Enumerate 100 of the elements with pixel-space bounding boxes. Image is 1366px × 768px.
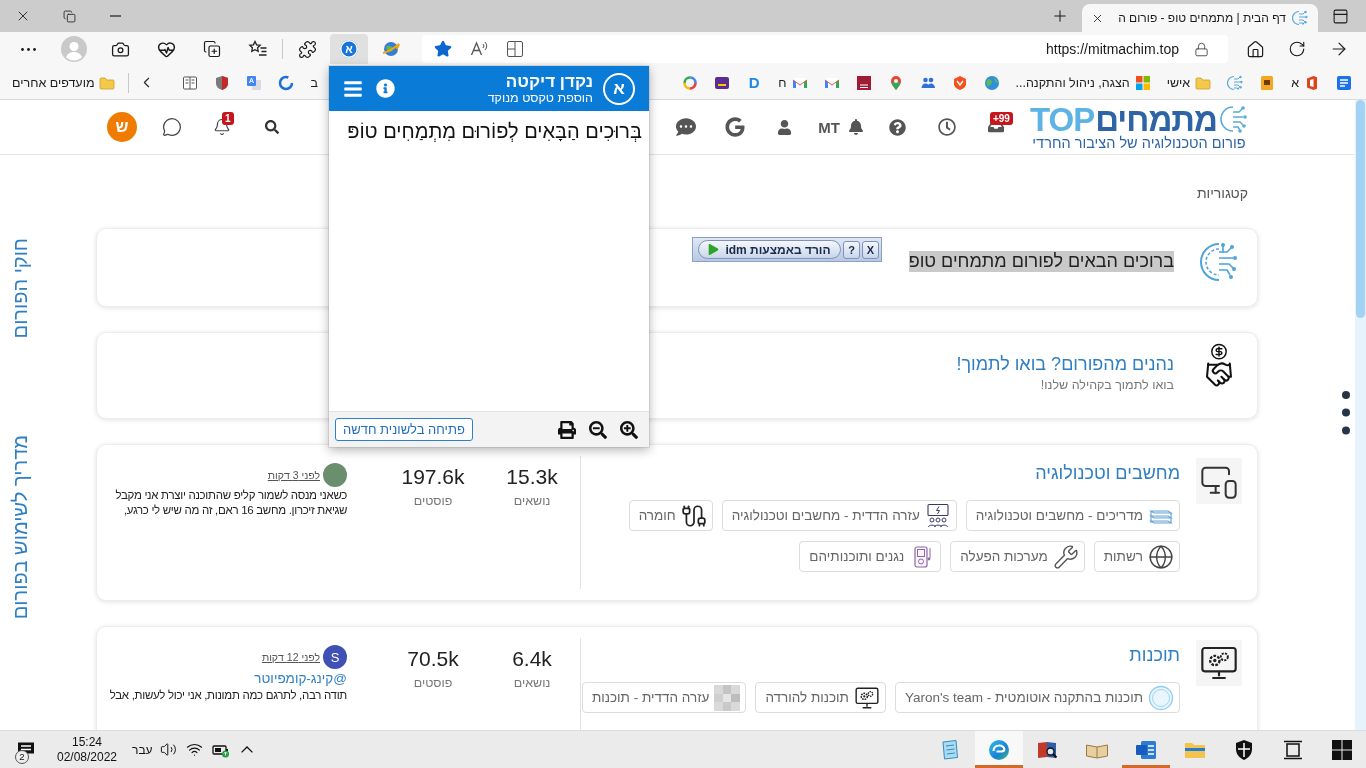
book-icon (182, 74, 199, 91)
subcategory-chip[interactable]: רשתות (1093, 541, 1180, 572)
zoom-in-button[interactable] (619, 418, 639, 441)
bookmark[interactable]: ח (770, 68, 816, 97)
browser-tab[interactable]: דף הבית | מתמחים טופ - פורום ה (1082, 4, 1318, 32)
home-icon (1245, 39, 1265, 59)
shield-logo-icon (951, 74, 968, 91)
download-button[interactable]: הורד באמצעות idm (698, 240, 841, 259)
notifications-button[interactable]: 2 (14, 731, 38, 768)
office-logo-icon (1304, 74, 1320, 91)
close-button[interactable]: X (862, 240, 879, 259)
globe-icon (983, 74, 1000, 91)
popup-title: נקדן דיקטה (505, 71, 593, 91)
stat-value: 70.5k (407, 647, 459, 671)
start-icon (1330, 737, 1354, 762)
pixelated-thumbnail-icon (714, 684, 741, 711)
refresh-icon (1288, 40, 1306, 58)
stat-label: פוסטים (413, 676, 453, 691)
stat-label: פוסטים (413, 494, 453, 509)
wifi-icon (186, 741, 204, 758)
address-bar[interactable]: https://mitmachim.top (422, 35, 1228, 63)
bookmark[interactable]: ב (302, 68, 326, 97)
play-icon (708, 244, 720, 255)
translate-icon (246, 74, 263, 91)
language-button[interactable]: עבר (130, 731, 155, 768)
notes-icon (1336, 74, 1352, 91)
inbox-button[interactable]: +99 (980, 112, 1011, 142)
zoom-out-button[interactable] (588, 418, 608, 441)
bookmarks-folder[interactable]: מועדפים אחרים (4, 68, 124, 97)
lock-icon (1194, 41, 1209, 57)
ring-icon (682, 74, 699, 91)
subcategory-chip[interactable]: תוכנות להורדה (755, 682, 886, 713)
subcategory-chip[interactable]: תוכנות בהתקנה אוטומטית - Yaron's team (894, 682, 1180, 713)
avatar-letter: S (323, 645, 347, 669)
notification-badge: 1 (222, 112, 234, 125)
shield-icon (214, 74, 231, 91)
avatar-silhouette-icon (61, 36, 87, 62)
stat-value: 6.4k (512, 647, 552, 671)
mention-link[interactable]: @קינג-קומפיוטר (254, 671, 347, 687)
post-time-link[interactable]: לפני 12 דקות (261, 651, 320, 663)
scrollbar-thumb[interactable] (1356, 100, 1365, 318)
category-title[interactable]: נהנים מהפורום? בואו לתמוך! (956, 354, 1174, 375)
zoom-out-icon (589, 420, 607, 439)
bell-button[interactable]: 1 (207, 112, 237, 142)
clock-button[interactable]: 15:24 02/08/2022 (56, 731, 118, 768)
cable-icon (680, 502, 707, 529)
bell-button[interactable]: MT (818, 112, 864, 142)
category-title[interactable]: ברוכים הבאים לפורום מתמחים טופ (908, 251, 1174, 272)
subcategory-chip[interactable]: חומרה (628, 500, 713, 531)
print-button[interactable] (557, 418, 577, 441)
circuit-logo-icon (1292, 10, 1308, 26)
letter-logo: D (747, 74, 761, 91)
more-options-button[interactable] (1341, 391, 1351, 437)
document-tile-icon (1259, 74, 1276, 91)
heart-pulse-icon (156, 39, 176, 59)
vocalized-text: בְּרוּכִים הַבָּאִים לְפוֹרוּם מִתְמַחִים טוֹפּ (346, 119, 642, 144)
globe-icon (1148, 543, 1174, 570)
post-time-link[interactable]: לפני 3 דקות (267, 469, 320, 481)
popup-subtitle: הוספת טקסט מנוקד (487, 90, 593, 106)
open-in-new-tab-button[interactable]: פתיחה בלשונית חדשה (335, 418, 473, 441)
subcategory-chip[interactable]: מדריכים - מחשבים וטכנולוגיה (965, 500, 1180, 531)
help-button[interactable]: ? (843, 240, 860, 259)
window-panel-icon (1331, 7, 1349, 25)
bookmark[interactable]: אישי (1158, 68, 1220, 97)
vertical-dots-icon (1341, 391, 1351, 437)
stat-value: 15.3k (506, 465, 558, 489)
extension-button[interactable]: א (330, 34, 368, 64)
subcategory-chip[interactable]: נגנים ותוכנותיהם (799, 541, 942, 572)
more-icon (20, 47, 36, 51)
search-icon (265, 120, 279, 134)
avatar-photo (323, 463, 347, 487)
bookmark[interactable]: הצגה, ניהול והתקנה... (1007, 68, 1159, 97)
bookmark[interactable]: א (1283, 68, 1328, 97)
g-logo-icon (725, 117, 746, 137)
side-link[interactable]: חוקי הפורום (8, 238, 32, 339)
category-title[interactable]: תוכנות (1129, 644, 1180, 666)
category-title[interactable]: מחשבים וטכנולוגיה (1035, 462, 1180, 484)
section-title: קטגוריות (1195, 185, 1249, 202)
circle-badge-icon (1148, 684, 1174, 711)
side-link[interactable]: מדריך לשימוש בפורום (8, 435, 32, 620)
ring-icon (278, 74, 295, 91)
info-icon (375, 79, 395, 98)
folder-icon (1195, 74, 1212, 91)
user-icon (776, 119, 792, 135)
swirl-icon (987, 737, 1011, 762)
chevron-up-icon (240, 746, 253, 753)
star-list-icon (248, 39, 268, 59)
subcategory-chip[interactable]: עזרה הדדית - תוכנות (581, 682, 747, 713)
app-logo: א (603, 72, 635, 105)
info-button[interactable] (374, 77, 396, 100)
print-icon (558, 420, 576, 439)
tile-icon (855, 74, 872, 91)
bell-icon (847, 119, 864, 135)
bookmark[interactable]: D (738, 68, 771, 97)
stat-value: 197.6k (401, 465, 465, 489)
subcategory-chip[interactable]: מערכות הפעלה (950, 541, 1085, 572)
extension-logo: א (340, 40, 358, 58)
four-squares-icon (1134, 74, 1151, 91)
plus-icon (1051, 7, 1069, 25)
subcategory-chip[interactable]: עזרה הדדית - מחשבים וטכנולוגיה (721, 500, 957, 531)
